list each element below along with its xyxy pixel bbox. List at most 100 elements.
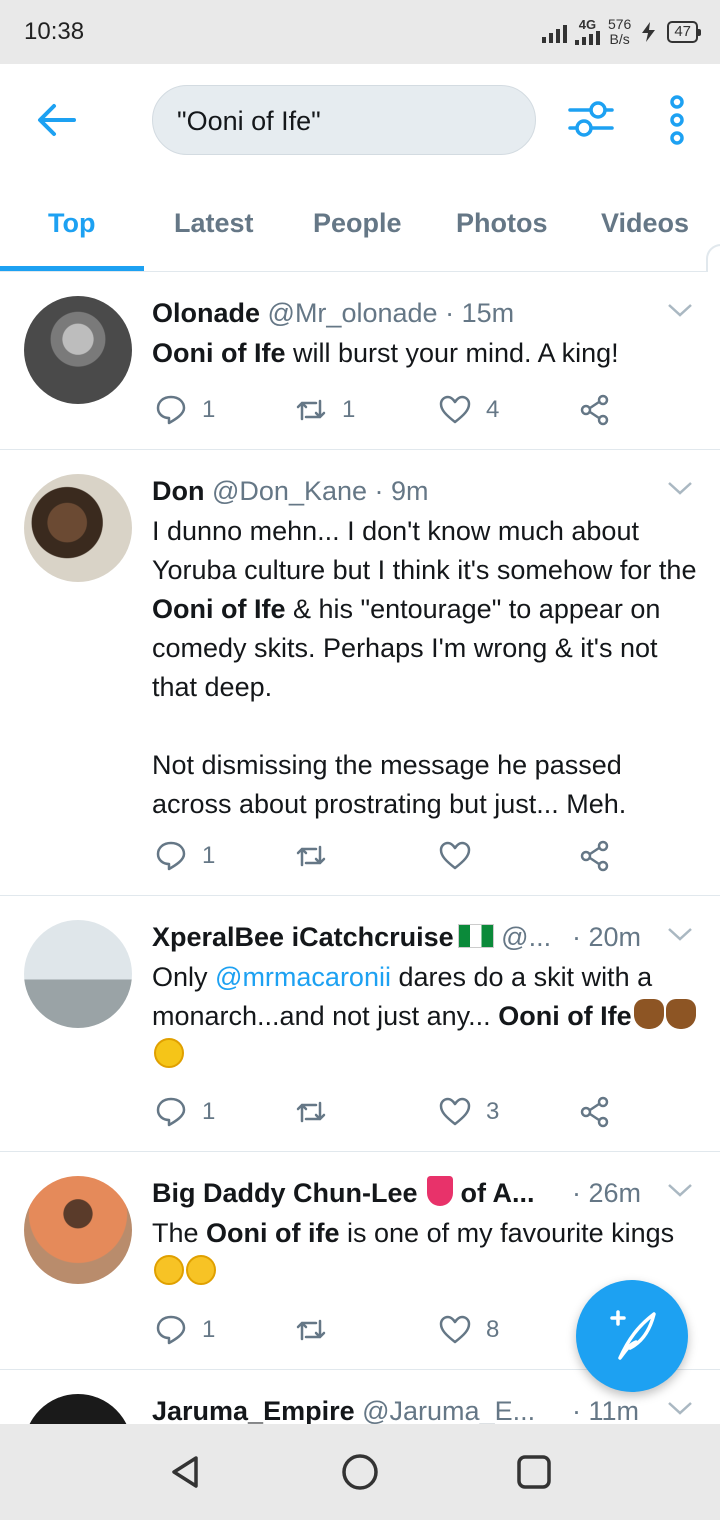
heart-icon	[439, 395, 471, 424]
author-name[interactable]: Jaruma_Empire	[152, 1396, 355, 1424]
tweet-text-part: Only	[152, 962, 216, 992]
share-button[interactable]	[578, 392, 612, 428]
avatar[interactable]	[24, 920, 132, 1028]
author-name-suffix: of A...	[460, 1178, 535, 1208]
reply-icon	[156, 841, 186, 871]
retweet-icon	[296, 399, 326, 421]
chevron-down-icon[interactable]	[666, 1398, 694, 1418]
tab-latest[interactable]: Latest	[174, 208, 254, 239]
filter-sliders-icon[interactable]	[566, 96, 616, 142]
compose-tweet-button[interactable]	[576, 1280, 688, 1392]
nav-home-icon[interactable]	[338, 1450, 382, 1494]
author-name[interactable]: Don	[152, 476, 204, 506]
laughing-emoji	[186, 1255, 216, 1285]
share-icon	[580, 840, 609, 872]
avatar[interactable]	[24, 1394, 132, 1424]
author-name[interactable]: XperalBee iCatchcruise	[152, 922, 454, 952]
nav-back-icon[interactable]	[164, 1450, 208, 1494]
reply-icon	[156, 1315, 186, 1345]
exploding-head-emoji	[154, 1038, 184, 1068]
tweet-time: 9m	[391, 476, 429, 506]
like-count: 8	[486, 1316, 500, 1343]
nav-recents-icon[interactable]	[512, 1450, 556, 1494]
tab-photos[interactable]: Photos	[456, 208, 548, 239]
reply-count: 1	[202, 1316, 216, 1343]
reply-button[interactable]: 1	[154, 1312, 215, 1348]
speed-unit: B/s	[609, 31, 630, 47]
tongue-emoji	[427, 1176, 454, 1206]
system-navigation-bar	[0, 1424, 720, 1520]
status-bar: 10:38 4G 576 B/s 47	[0, 0, 720, 64]
retweet-icon	[296, 1319, 326, 1341]
tweet[interactable]: XperalBee iCatchcruise @... · 20m Only @…	[0, 896, 720, 1152]
author-name[interactable]: Big Daddy Chun-Lee	[152, 1178, 418, 1208]
avatar[interactable]	[24, 296, 132, 404]
tweet-header: Jaruma_Empire @Jaruma_E...	[152, 1394, 562, 1424]
highlight-term: Ooni of Ife	[152, 594, 286, 624]
back-arrow-icon[interactable]	[30, 98, 82, 142]
tweet-time: 15m	[461, 298, 515, 328]
share-icon	[580, 1096, 609, 1128]
reply-count: 1	[202, 842, 216, 869]
tweet-actions: 1	[152, 838, 622, 874]
nigeria-flag-icon	[457, 924, 494, 948]
chevron-down-icon[interactable]	[666, 924, 694, 944]
more-vertical-icon[interactable]	[660, 92, 694, 148]
chevron-down-icon[interactable]	[666, 300, 694, 320]
search-tabs: Top Latest People Photos Videos	[0, 176, 720, 272]
search-input[interactable]: "Ooni of Ife"	[152, 85, 536, 155]
tweet-actions: 1 3	[152, 1094, 622, 1130]
chevron-down-icon[interactable]	[666, 478, 694, 498]
tab-people[interactable]: People	[313, 208, 402, 239]
like-button[interactable]: 4	[438, 392, 499, 428]
charging-icon	[642, 22, 656, 42]
tweet-time: 20m	[588, 922, 642, 952]
clapping-hands-emoji	[633, 999, 664, 1029]
heart-icon	[439, 1097, 471, 1126]
retweet-button[interactable]: 1	[294, 392, 355, 428]
reply-count: 1	[202, 1098, 216, 1125]
heart-icon	[439, 841, 471, 870]
reply-count: 1	[202, 396, 216, 423]
author-name[interactable]: Olonade	[152, 298, 260, 328]
share-button[interactable]	[578, 1094, 612, 1130]
status-time: 10:38	[24, 18, 85, 45]
reply-button[interactable]: 1	[154, 1094, 215, 1130]
like-button[interactable]: 3	[438, 1094, 499, 1130]
search-header: "Ooni of Ife"	[0, 64, 720, 176]
tweet-time-wrap: · 20m	[572, 922, 642, 952]
reply-icon	[156, 395, 186, 425]
tweet[interactable]: Olonade @Mr_olonade · 15m Ooni of Ife wi…	[0, 272, 720, 450]
mention-link[interactable]: @mrmacaronii	[215, 962, 391, 992]
like-count: 3	[486, 1098, 500, 1125]
retweet-icon	[296, 845, 326, 867]
retweet-button[interactable]	[294, 838, 342, 874]
retweet-count: 1	[342, 396, 356, 423]
tab-videos[interactable]: Videos	[601, 208, 689, 239]
active-tab-indicator	[0, 266, 144, 271]
tweet-text: I dunno mehn... I don't know much about …	[152, 512, 697, 824]
retweet-icon	[296, 1101, 326, 1123]
avatar[interactable]	[24, 474, 132, 582]
tweet-header: Olonade @Mr_olonade · 15m	[152, 298, 515, 328]
retweet-button[interactable]	[294, 1312, 342, 1348]
like-button[interactable]	[438, 838, 486, 874]
like-button[interactable]: 8	[438, 1312, 499, 1348]
author-handle: @Don_Kane	[212, 476, 368, 506]
tweet-time: 26m	[588, 1178, 642, 1208]
heart-icon	[439, 1315, 471, 1344]
tab-top[interactable]: Top	[48, 208, 95, 239]
retweet-button[interactable]	[294, 1094, 342, 1130]
share-button[interactable]	[578, 838, 612, 874]
clapping-hands-emoji	[665, 999, 696, 1029]
reply-button[interactable]: 1	[154, 392, 215, 428]
tweet-time: 11m	[588, 1396, 640, 1424]
tweet[interactable]: Don @Don_Kane · 9m I dunno mehn... I don…	[0, 450, 720, 896]
reply-button[interactable]: 1	[154, 838, 215, 874]
chevron-down-icon[interactable]	[666, 1180, 694, 1200]
tweet-actions: 1 8	[152, 1312, 622, 1348]
tweet-header: Big Daddy Chun-Lee of A...	[152, 1176, 562, 1212]
tweet-header: XperalBee iCatchcruise @...	[152, 920, 572, 956]
author-handle: @Mr_olonade	[267, 298, 438, 328]
avatar[interactable]	[24, 1176, 132, 1284]
